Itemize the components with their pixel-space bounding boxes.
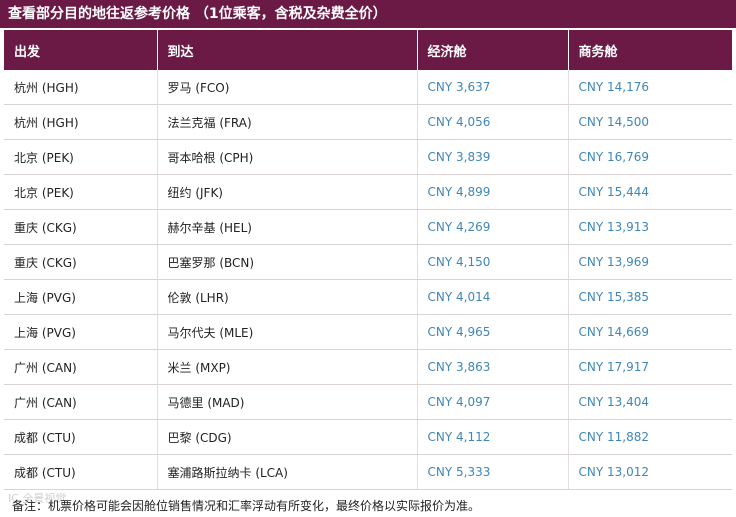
destination-cell: 巴塞罗那 (BCN) <box>157 244 418 280</box>
table-row: 上海 (PVG) 马尔代夫 (MLE) CNY 4,965 CNY 14,669 <box>4 314 732 350</box>
business-price-cell: CNY 13,969 <box>568 244 732 280</box>
table-row: 杭州 (HGH) 法兰克福 (FRA) CNY 4,056 CNY 14,500 <box>4 104 732 140</box>
table-row: 成都 (CTU) 巴黎 (CDG) CNY 4,112 CNY 11,882 <box>4 419 732 455</box>
footnote: 备注：机票价格可能会因舱位销售情况和汇率浮动有所变化，最终价格以实际报价为准。 <box>12 499 481 513</box>
origin-cell: 杭州 (HGH) <box>4 104 158 140</box>
origin-cell: 成都 (CTU) <box>4 454 158 490</box>
fare-table: 出发 到达 经济舱 商务舱 杭州 (HGH) 罗马 (FCO) CNY 3,637 C… <box>4 30 732 490</box>
destination-cell: 马德里 (MAD) <box>157 384 418 420</box>
economy-price-cell: CNY 3,839 <box>417 139 569 175</box>
economy-price-cell: CNY 3,637 <box>417 70 569 105</box>
table-row: 北京 (PEK) 哥本哈根 (CPH) CNY 3,839 CNY 16,769 <box>4 139 732 175</box>
business-price-cell: CNY 11,882 <box>568 419 732 455</box>
table-row: 成都 (CTU) 塞浦路斯拉纳卡 (LCA) CNY 5,333 CNY 13,012 <box>4 454 732 490</box>
business-price-cell: CNY 14,500 <box>568 104 732 140</box>
business-price-cell: CNY 15,385 <box>568 279 732 315</box>
economy-price-cell: CNY 4,269 <box>417 209 569 245</box>
origin-cell: 重庆 (CKG) <box>4 209 158 245</box>
destination-cell: 米兰 (MXP) <box>157 349 418 385</box>
economy-price-cell: CNY 3,863 <box>417 349 569 385</box>
table-row: 广州 (CAN) 马德里 (MAD) CNY 4,097 CNY 13,404 <box>4 384 732 420</box>
origin-cell: 重庆 (CKG) <box>4 244 158 280</box>
destination-cell: 纽约 (JFK) <box>157 174 418 210</box>
destination-cell: 巴黎 (CDG) <box>157 419 418 455</box>
origin-cell: 北京 (PEK) <box>4 174 158 210</box>
economy-price-cell: CNY 4,899 <box>417 174 569 210</box>
table-row: 杭州 (HGH) 罗马 (FCO) CNY 3,637 CNY 14,176 <box>4 70 732 105</box>
business-price-cell: CNY 13,913 <box>568 209 732 245</box>
header-origin: 出发 <box>4 30 158 70</box>
economy-price-cell: CNY 4,056 <box>417 104 569 140</box>
destination-cell: 塞浦路斯拉纳卡 (LCA) <box>157 454 418 490</box>
header-destination: 到达 <box>157 30 418 70</box>
table-row: 重庆 (CKG) 赫尔辛基 (HEL) CNY 4,269 CNY 13,913 <box>4 209 732 245</box>
origin-cell: 上海 (PVG) <box>4 314 158 350</box>
business-price-cell: CNY 17,917 <box>568 349 732 385</box>
table-row: 北京 (PEK) 纽约 (JFK) CNY 4,899 CNY 15,444 <box>4 174 732 210</box>
business-price-cell: CNY 14,176 <box>568 70 732 105</box>
business-price-cell: CNY 15,444 <box>568 174 732 210</box>
business-price-cell: CNY 16,769 <box>568 139 732 175</box>
economy-price-cell: CNY 4,150 <box>417 244 569 280</box>
table-row: 上海 (PVG) 伦敦 (LHR) CNY 4,014 CNY 15,385 <box>4 279 732 315</box>
origin-cell: 广州 (CAN) <box>4 349 158 385</box>
origin-cell: 杭州 (HGH) <box>4 70 158 105</box>
table-title: 查看部分目的地往返参考价格 （1位乘客，含税及杂费全价） <box>0 0 736 28</box>
destination-cell: 哥本哈根 (CPH) <box>157 139 418 175</box>
economy-price-cell: CNY 4,112 <box>417 419 569 455</box>
economy-price-cell: CNY 4,097 <box>417 384 569 420</box>
business-price-cell: CNY 14,669 <box>568 314 732 350</box>
business-price-cell: CNY 13,012 <box>568 454 732 490</box>
destination-cell: 伦敦 (LHR) <box>157 279 418 315</box>
table-row: 广州 (CAN) 米兰 (MXP) CNY 3,863 CNY 17,917 <box>4 349 732 385</box>
business-price-cell: CNY 13,404 <box>568 384 732 420</box>
origin-cell: 北京 (PEK) <box>4 139 158 175</box>
table-row: 重庆 (CKG) 巴塞罗那 (BCN) CNY 4,150 CNY 13,969 <box>4 244 732 280</box>
origin-cell: 广州 (CAN) <box>4 384 158 420</box>
origin-cell: 成都 (CTU) <box>4 419 158 455</box>
economy-price-cell: CNY 4,014 <box>417 279 569 315</box>
header-row: 出发 到达 经济舱 商务舱 <box>4 30 732 70</box>
economy-price-cell: CNY 5,333 <box>417 454 569 490</box>
economy-price-cell: CNY 4,965 <box>417 314 569 350</box>
destination-cell: 法兰克福 (FRA) <box>157 104 418 140</box>
destination-cell: 马尔代夫 (MLE) <box>157 314 418 350</box>
header-business: 商务舱 <box>568 30 732 70</box>
destination-cell: 赫尔辛基 (HEL) <box>157 209 418 245</box>
origin-cell: 上海 (PVG) <box>4 279 158 315</box>
destination-cell: 罗马 (FCO) <box>157 70 418 105</box>
header-economy: 经济舱 <box>417 30 569 70</box>
